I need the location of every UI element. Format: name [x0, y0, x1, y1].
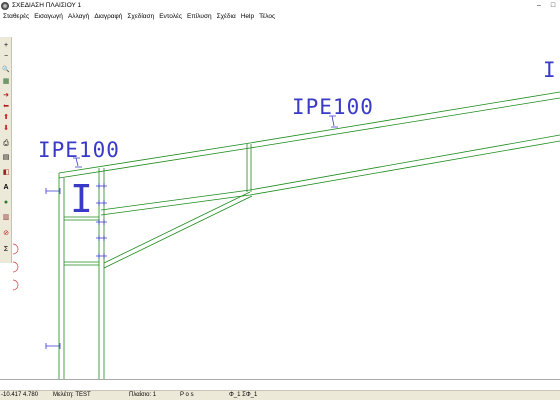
- section-marker-1: [45, 188, 61, 194]
- plus-icon[interactable]: +: [1, 40, 11, 50]
- window-controls: – □: [532, 0, 560, 10]
- menu-insert[interactable]: Εισαγωγή: [34, 13, 63, 20]
- menu-solve[interactable]: Επίλυση: [187, 13, 212, 20]
- status-bar: -10.417 4.780 Μελέτη: TEST Πλαίσιο: 1 P …: [0, 390, 560, 400]
- status-pos: P o s: [180, 392, 194, 398]
- menu-constants[interactable]: Σταθερές: [3, 13, 29, 20]
- grid-icon[interactable]: ▦: [1, 76, 11, 86]
- layers-icon[interactable]: ◧: [1, 167, 11, 177]
- globe-icon[interactable]: ●: [1, 197, 11, 207]
- arc-markers: [13, 243, 19, 291]
- arrow-up-icon[interactable]: ⬆: [1, 112, 11, 122]
- minimize-icon[interactable]: –: [532, 0, 546, 10]
- zoom-icon[interactable]: 🔍: [1, 65, 11, 75]
- section-label-left: IPE100: [38, 138, 120, 162]
- bolt-markers: [96, 183, 107, 259]
- arrow-right-icon[interactable]: ➜: [1, 90, 11, 100]
- section-label-partial: I: [543, 58, 556, 82]
- menu-draw[interactable]: Σχεδίαση: [127, 13, 154, 20]
- menu-help[interactable]: Help: [241, 13, 254, 20]
- sum-icon[interactable]: Σ: [1, 244, 11, 254]
- chart-icon[interactable]: ▥: [1, 212, 11, 222]
- minus-icon[interactable]: −: [1, 51, 11, 61]
- status-coordinates: -10.417 4.780: [1, 392, 39, 398]
- menu-exit[interactable]: Τέλος: [259, 13, 275, 20]
- lower-chord-outer: [100, 134, 560, 211]
- status-frame: Πλαίσιο: 1: [129, 392, 157, 398]
- command-line[interactable]: [0, 379, 560, 390]
- left-toolbar: + − 🔍 ▦ ➜ ⬅ ⬆ ⬇ ⎙ ▤ ◧ A ● ▥ ⊘ Σ: [0, 37, 12, 263]
- section-label-large-i: I: [70, 177, 93, 221]
- menu-delete[interactable]: Διαγραφή: [94, 13, 122, 20]
- lower-chord-inner: [100, 140, 560, 216]
- status-study: Μελέτη: TEST: [53, 392, 91, 398]
- text-icon[interactable]: A: [1, 182, 11, 192]
- status-phi: Φ_1 ΣΦ_1: [229, 392, 258, 398]
- menu-bar: Σταθερές Εισαγωγή Αλλαγή Διαγραφή Σχεδία…: [0, 11, 560, 22]
- section-marker-2: [45, 343, 61, 349]
- frame-drawing: IPE100 IPE100 I I: [13, 58, 560, 379]
- brace-a: [103, 191, 251, 264]
- menu-commands[interactable]: Εντολές: [159, 13, 182, 20]
- menu-drawings[interactable]: Σχέδια: [217, 13, 236, 20]
- menu-change[interactable]: Αλλαγή: [68, 13, 89, 20]
- arrow-left-icon[interactable]: ⬅: [1, 101, 11, 111]
- document-icon[interactable]: ▤: [1, 152, 11, 162]
- window-title: ΣΧΕΔΙΑΣΗ ΠΛΑΙΣΙΟΥ 1: [12, 2, 82, 9]
- print-icon[interactable]: ⎙: [1, 138, 11, 148]
- app-icon: [1, 1, 9, 10]
- stop-icon[interactable]: ⊘: [1, 228, 11, 238]
- section-label-center: IPE100: [292, 95, 374, 119]
- title-bar: ΣΧΕΔΙΑΣΗ ΠΛΑΙΣΙΟΥ 1 – □: [0, 0, 560, 11]
- arrow-down-icon[interactable]: ⬇: [1, 123, 11, 133]
- maximize-icon[interactable]: □: [546, 0, 560, 10]
- drawing-canvas[interactable]: IPE100 IPE100 I I: [13, 22, 560, 379]
